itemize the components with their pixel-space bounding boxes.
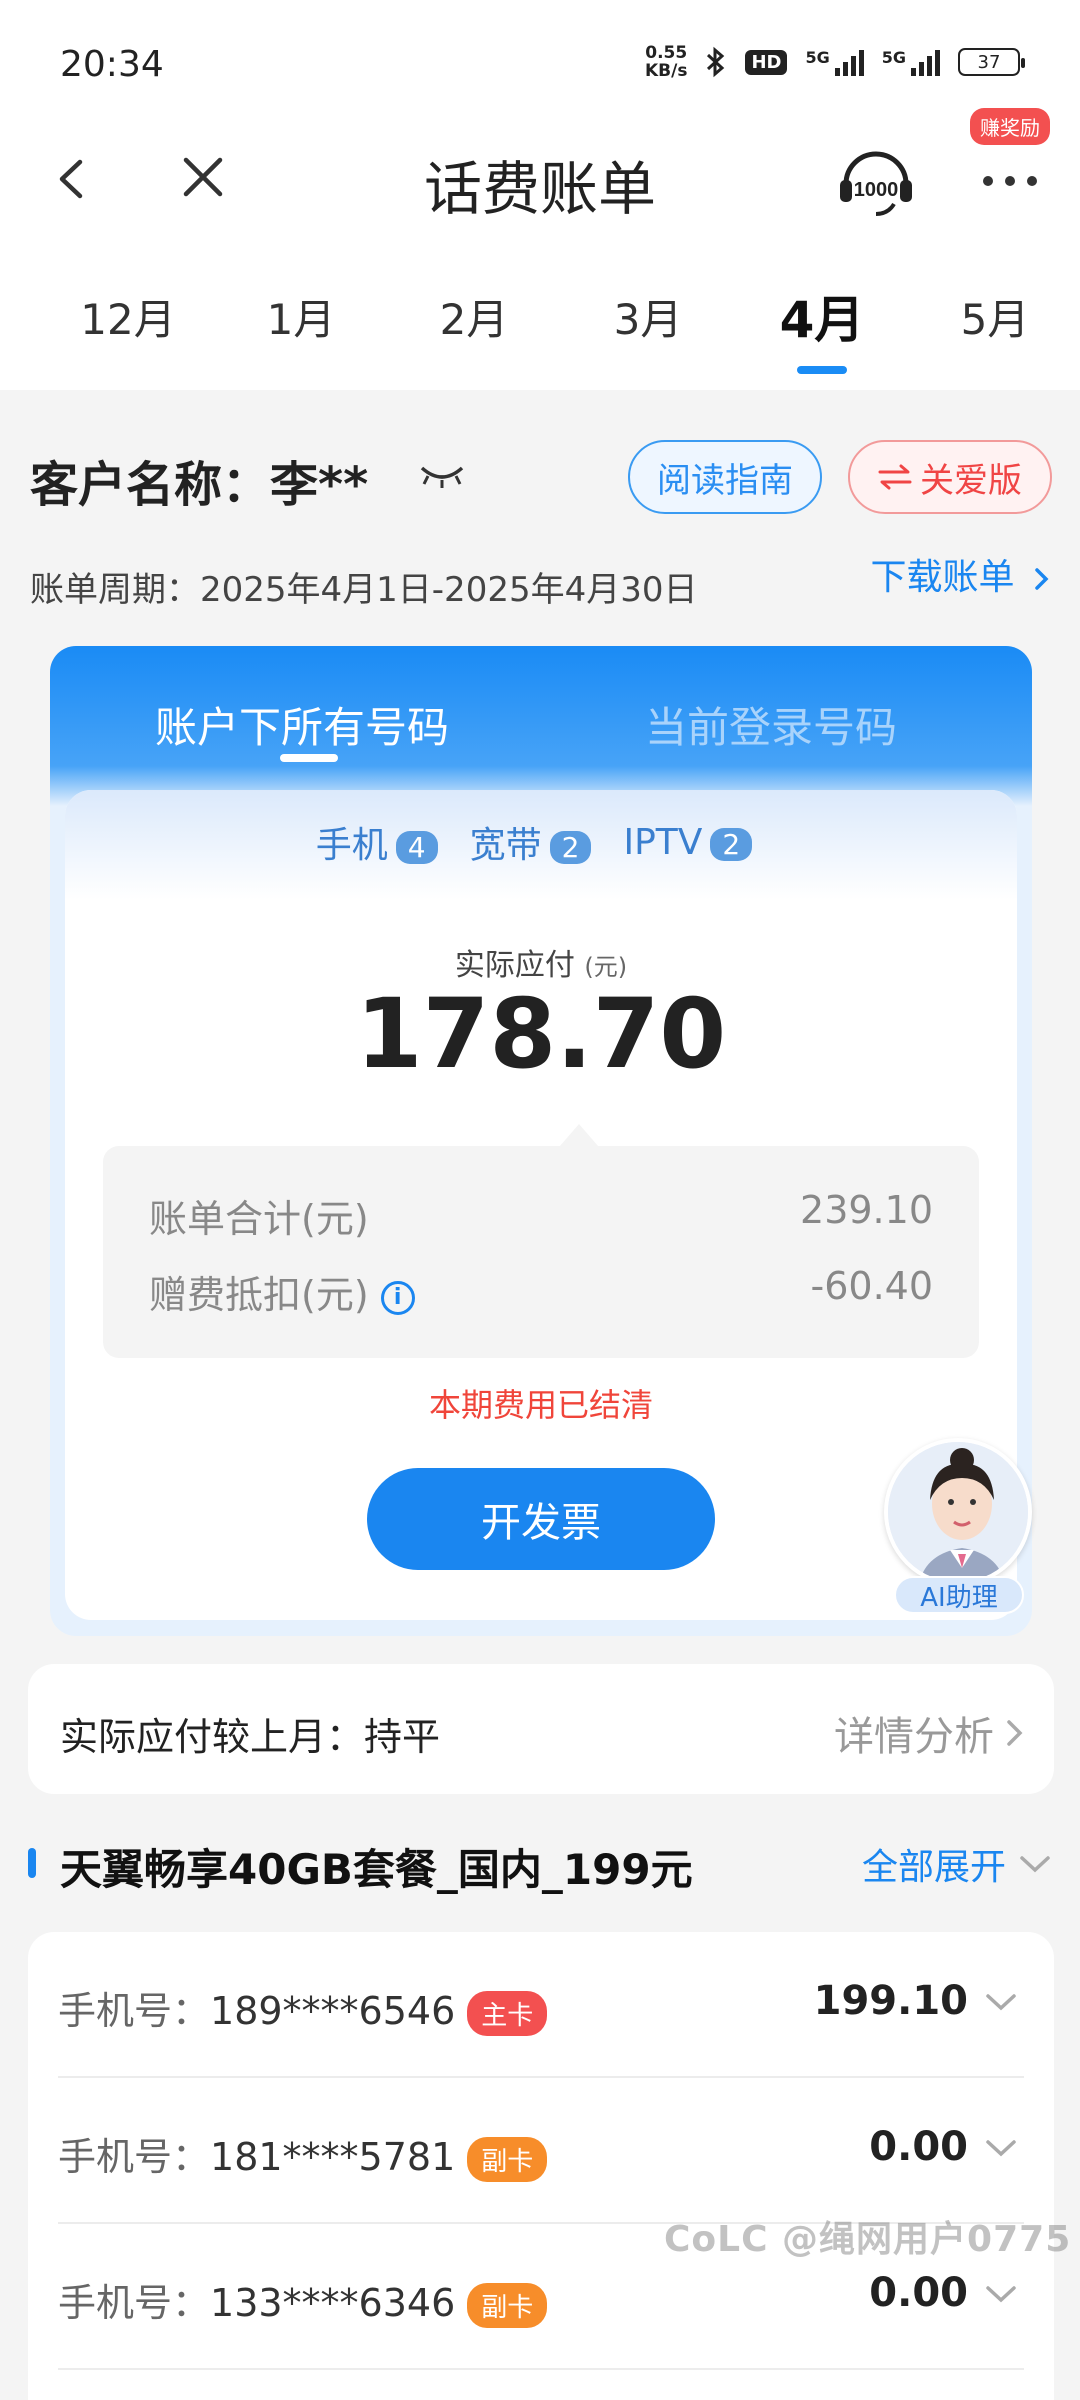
settled-status: 本期费用已结清 — [428, 1386, 653, 1424]
customer-service-icon[interactable]: 1000 — [836, 146, 916, 220]
chevron-right-icon — [1035, 568, 1049, 590]
signal-icon-2: 5G — [882, 48, 940, 76]
chevron-down-icon — [986, 2286, 1016, 2303]
bill-detail-panel: 手机 4 宽带 2 IPTV 2 实际应付 (元) 178.70 账单合计(元) 23… — [65, 790, 1017, 1620]
phone-number: 181****5781 — [210, 2135, 456, 2179]
phone-number: 133****6346 — [210, 2281, 456, 2325]
line-amount: 0.00 — [869, 2124, 968, 2170]
chevron-down-icon — [986, 1994, 1016, 2011]
reading-guide-button[interactable]: 阅读指南 — [628, 440, 822, 514]
phone-lines-list: 手机号：189****6546 主卡 199.10 手机号：181****5781… — [28, 1932, 1054, 2400]
list-item[interactable]: 手机号：189****6546 主卡 199.10 — [58, 1932, 1024, 2078]
actual-payable-amount: 178.70 — [355, 978, 727, 1090]
sub-card-badge: 副卡 — [467, 2283, 548, 2328]
tab-month-5[interactable]: 5月 — [925, 286, 1065, 347]
sub-card-badge: 副卡 — [467, 2137, 548, 2182]
bill-breakdown: 账单合计(元) 239.10 赠费抵扣(元) i -60.40 — [103, 1124, 979, 1358]
ai-assistant-label: AI助理 — [894, 1576, 1024, 1614]
page-title: 话费账单 — [423, 155, 656, 223]
tab-month-4[interactable]: 4月 — [752, 280, 892, 352]
ai-assistant-button[interactable]: AI助理 — [878, 1424, 1038, 1616]
discount-row: 赠费抵扣(元) i -60.40 — [149, 1264, 933, 1317]
section-marker — [28, 1848, 36, 1878]
status-bar: 20:34 0.55 KB/s HD 5G 5G 37 — [0, 0, 1080, 130]
bill-total-row: 账单合计(元) 239.10 — [149, 1188, 933, 1241]
svg-text:1000: 1000 — [854, 179, 899, 201]
info-icon[interactable]: i — [380, 1280, 415, 1315]
battery-icon: 37 — [958, 48, 1025, 76]
download-bill-link[interactable]: 下载账单 — [871, 548, 1052, 600]
tab-all-numbers[interactable]: 账户下所有号码 — [155, 694, 449, 755]
care-mode-button[interactable]: 关爱版 — [848, 440, 1052, 514]
line-amount: 0.00 — [869, 2270, 968, 2316]
issue-invoice-button[interactable]: 开发票 — [367, 1468, 715, 1570]
more-icon[interactable] — [980, 166, 1040, 196]
watermark: CoLC @绳网用户0775 — [664, 2219, 1072, 2260]
bluetooth-icon — [707, 46, 725, 78]
month-tabs: 12月 1月 2月 3月 4月 5月 — [0, 260, 1080, 390]
detail-analysis-link[interactable]: 详情分析 — [834, 1704, 1026, 1762]
expand-all-button[interactable]: 全部展开 — [862, 1838, 1052, 1890]
month-compare-row[interactable]: 实际应付较上月：持平 详情分析 — [28, 1664, 1054, 1794]
switch-icon — [878, 464, 912, 490]
customer-name: 客户名称：李** — [30, 457, 369, 513]
hd-icon: HD — [745, 49, 788, 75]
category-mobile[interactable]: 手机 4 — [316, 816, 452, 868]
plan-name: 天翼畅享40GB套餐_国内_199元 — [60, 1845, 693, 1894]
signal-icon: 5G — [805, 48, 864, 76]
assistant-avatar — [884, 1438, 1032, 1586]
category-broadband[interactable]: 宽带 2 — [470, 816, 606, 868]
chevron-right-icon — [1007, 1720, 1023, 1746]
service-categories: 手机 4 宽带 2 IPTV 2 — [65, 816, 1017, 868]
tab-month-3[interactable]: 3月 — [578, 286, 718, 347]
main-card-badge: 主卡 — [467, 1991, 548, 2036]
tab-month-1[interactable]: 1月 — [231, 286, 371, 347]
category-iptv[interactable]: IPTV 2 — [623, 822, 766, 863]
tab-current-number[interactable]: 当前登录号码 — [645, 694, 897, 755]
card-tab-indicator — [280, 754, 338, 762]
status-time: 20:34 — [60, 44, 164, 85]
chevron-down-icon — [986, 2140, 1016, 2157]
chevron-down-icon — [1020, 1856, 1050, 1873]
phone-number: 189****6546 — [210, 1989, 456, 2033]
tab-month-2[interactable]: 2月 — [404, 286, 544, 347]
app-header: 话费账单 1000 赚奖励 — [0, 108, 1080, 260]
line-amount: 199.10 — [813, 1978, 968, 2024]
tab-month-12[interactable]: 12月 — [58, 286, 198, 347]
compare-label: 实际应付较上月：持平 — [60, 1715, 441, 1759]
active-tab-indicator — [797, 366, 847, 374]
eye-closed-icon[interactable] — [418, 460, 466, 490]
net-speed: 0.55 KB/s — [644, 43, 688, 81]
list-item[interactable]: 手机号：181****5781 副卡 0.00 — [58, 2078, 1024, 2224]
bill-period: 账单周期：2025年4月1日-2025年4月30日 — [30, 570, 698, 610]
reward-badge[interactable]: 赚奖励 — [970, 108, 1050, 145]
status-icons: 0.55 KB/s HD 5G 5G 37 — [644, 43, 1025, 81]
